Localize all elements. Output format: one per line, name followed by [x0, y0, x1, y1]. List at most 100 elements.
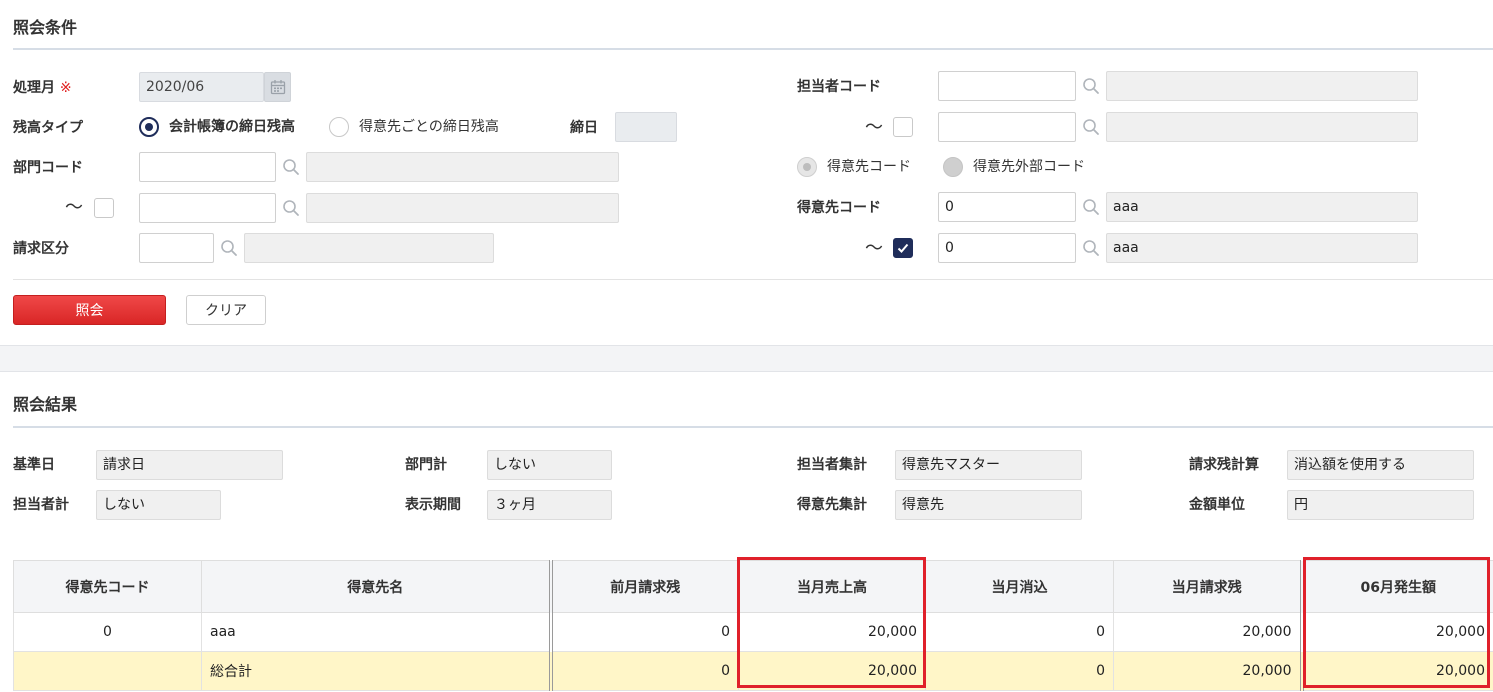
customer-mode-radio-code: [797, 157, 817, 177]
cell-occurrence-link[interactable]: 20,000: [1301, 612, 1493, 652]
staff-aggregate-label: 担当者集計: [797, 457, 867, 473]
search-icon: [1083, 78, 1099, 94]
dept-range-checkbox[interactable]: [94, 198, 114, 218]
balance-calc-label: 請求残計算: [1189, 457, 1259, 473]
check-icon: [897, 243, 909, 253]
required-mark: ※: [59, 80, 72, 96]
search-icon: [1083, 240, 1099, 256]
staff-total-value: しない: [96, 490, 221, 520]
search-icon: [221, 240, 237, 256]
calendar-button[interactable]: [264, 72, 291, 102]
col-current-balance[interactable]: 当月請求残: [1113, 560, 1304, 613]
balance-type-radio-customer[interactable]: [329, 117, 349, 137]
customer-range-checkbox[interactable]: [893, 238, 913, 258]
table-header-row: 得意先コード 得意先名 前月請求残 当月売上高 当月消込 当月請求残 06月発生…: [13, 560, 1493, 613]
section-separator: [0, 345, 1493, 372]
staff-code-label: 担当者コード: [797, 79, 881, 95]
results-title: 照会結果: [13, 395, 78, 414]
dept-from-name: [306, 152, 619, 182]
customer-aggregate-value: 得意先: [895, 490, 1082, 520]
balance-type-option-customer[interactable]: 得意先ごとの締日残高: [359, 117, 499, 137]
customer-code-from-input[interactable]: 0: [938, 192, 1076, 222]
staff-code-from-input[interactable]: [938, 71, 1076, 101]
col-cleared[interactable]: 当月消込: [925, 560, 1114, 613]
table-total-row: 総合計 0 20,000 0 20,000 20,000: [13, 651, 1493, 691]
dept-code-from-input[interactable]: [139, 152, 276, 182]
dept-total-value: しない: [487, 450, 612, 480]
calendar-icon: [270, 80, 285, 95]
month-label: 処理月 ※: [13, 80, 72, 96]
staff-aggregate-value: 得意先マスター: [895, 450, 1082, 480]
amount-unit-label: 金額単位: [1189, 497, 1245, 513]
table-row[interactable]: 0 aaa 0 20,000 0 20,000 20,000: [13, 612, 1493, 652]
display-period-value: ３ヶ月: [487, 490, 612, 520]
staff-tilde: ～: [865, 117, 883, 138]
balance-type-radio-ledger[interactable]: [139, 117, 159, 137]
customer-to-name: aaa: [1106, 233, 1418, 263]
total-current-balance: 20,000: [1113, 651, 1304, 691]
search-icon: [1083, 199, 1099, 215]
col-customer-name[interactable]: 得意先名: [201, 560, 553, 613]
col-customer-code[interactable]: 得意先コード: [13, 560, 202, 613]
customer-mode-option-code: 得意先コード: [827, 159, 911, 175]
customer-code-label: 得意先コード: [797, 200, 881, 216]
staff-to-name: [1106, 112, 1418, 142]
billing-search-button[interactable]: [218, 237, 240, 259]
amount-unit-value: 円: [1287, 490, 1474, 520]
col-occurrence[interactable]: 06月発生額: [1301, 560, 1493, 613]
customer-mode-option-external: 得意先外部コード: [973, 159, 1085, 175]
dept-from-search-button[interactable]: [280, 156, 302, 178]
month-input[interactable]: 2020/06: [139, 72, 264, 102]
balance-calc-value: 消込額を使用する: [1287, 450, 1474, 480]
closing-day-input: [615, 112, 677, 142]
dept-tilde: ～: [65, 197, 83, 218]
cell-current-balance: 20,000: [1113, 612, 1304, 652]
billing-class-label: 請求区分: [13, 241, 69, 257]
total-customer-code: [13, 651, 202, 691]
dept-to-name: [306, 193, 619, 223]
cell-prev-balance: 0: [550, 612, 739, 652]
balance-type-label: 残高タイプ: [13, 120, 83, 136]
dept-code-to-input[interactable]: [139, 193, 276, 223]
total-sales: 20,000: [738, 651, 926, 691]
conditions-title: 照会条件: [13, 18, 78, 37]
staff-to-search-button[interactable]: [1080, 116, 1102, 138]
total-occurrence: 20,000: [1301, 651, 1493, 691]
search-button[interactable]: 照会: [13, 295, 166, 325]
results-title-divider: [13, 426, 1493, 428]
customer-mode-radio-external: [943, 157, 963, 177]
search-icon: [283, 159, 299, 175]
balance-type-option-ledger[interactable]: 会計帳簿の締日残高: [169, 117, 295, 137]
customer-aggregate-label: 得意先集計: [797, 497, 867, 513]
search-icon: [1083, 119, 1099, 135]
customer-tilde: ～: [865, 238, 883, 259]
cell-customer-code: 0: [13, 612, 202, 652]
total-label: 総合計: [201, 651, 553, 691]
billing-class-input[interactable]: [139, 233, 214, 263]
display-period-label: 表示期間: [405, 497, 461, 513]
customer-from-name: aaa: [1106, 192, 1418, 222]
conditions-divider: [13, 279, 1493, 280]
col-sales[interactable]: 当月売上高: [738, 560, 926, 613]
results-table: 得意先コード 得意先名 前月請求残 当月売上高 当月消込 当月請求残 06月発生…: [13, 560, 1493, 691]
customer-from-search-button[interactable]: [1080, 196, 1102, 218]
staff-from-search-button[interactable]: [1080, 75, 1102, 97]
closing-day-label: 締日: [570, 120, 598, 136]
dept-total-label: 部門計: [405, 457, 447, 473]
staff-from-name: [1106, 71, 1418, 101]
col-prev-balance[interactable]: 前月請求残: [550, 560, 739, 613]
total-prev-balance: 0: [550, 651, 739, 691]
customer-to-search-button[interactable]: [1080, 237, 1102, 259]
staff-code-to-input[interactable]: [938, 112, 1076, 142]
customer-code-to-input[interactable]: 0: [938, 233, 1076, 263]
dept-to-search-button[interactable]: [280, 197, 302, 219]
staff-range-checkbox[interactable]: [893, 117, 913, 137]
clear-button[interactable]: クリア: [186, 295, 266, 325]
dept-code-label: 部門コード: [13, 160, 83, 176]
conditions-title-divider: [13, 48, 1493, 50]
base-date-label: 基準日: [13, 457, 55, 473]
cell-cleared: 0: [925, 612, 1114, 652]
total-cleared: 0: [925, 651, 1114, 691]
search-icon: [283, 200, 299, 216]
base-date-value: 請求日: [96, 450, 283, 480]
